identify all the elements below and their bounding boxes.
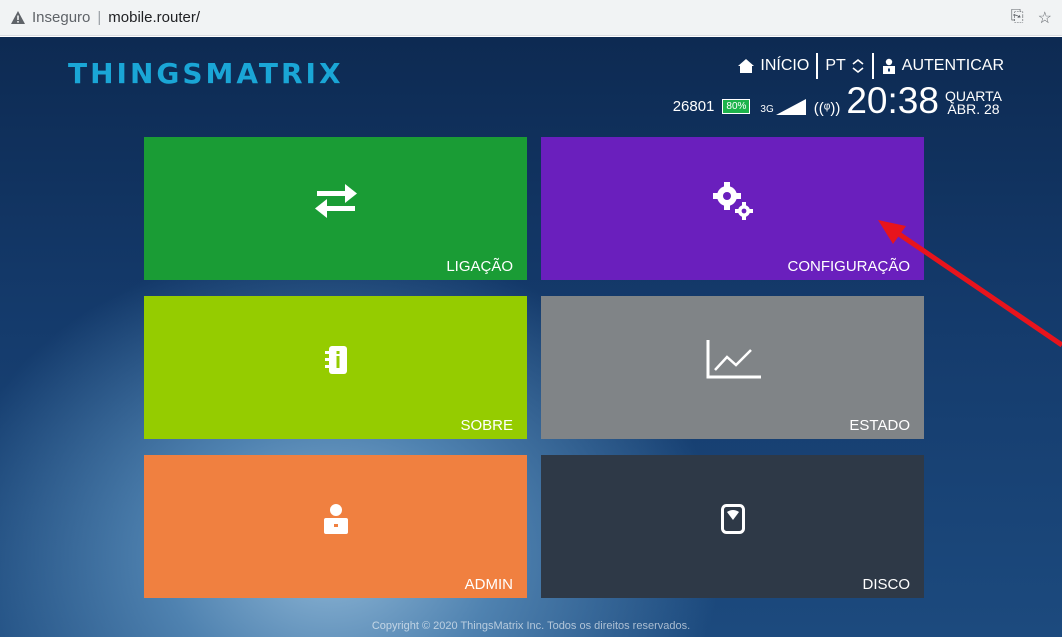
- nav-divider: [871, 53, 874, 79]
- top-navigation: INÍCIO PT AUTENTICAR: [737, 53, 1004, 79]
- security-status[interactable]: Inseguro: [32, 9, 90, 26]
- device-id: 26801: [672, 98, 715, 115]
- date-value: ABR. 28: [947, 101, 1000, 117]
- router-page: THINGSMATRIX INÍCIO PT AUTENTICAR 26801 …: [0, 37, 1062, 637]
- tile-label: ESTADO: [849, 417, 910, 434]
- info-notebook-icon: [324, 346, 347, 375]
- line-chart-icon: [706, 340, 761, 379]
- signal-icon: [775, 99, 806, 115]
- nav-login-label: AUTENTICAR: [901, 57, 1004, 74]
- antenna-icon: ((ᵠ)): [813, 100, 841, 117]
- user-lock-icon: [882, 58, 895, 74]
- tile-label: CONFIGURAÇÃO: [787, 258, 910, 275]
- thingsmatrix-logo: THINGSMATRIX: [68, 57, 344, 90]
- translate-icon[interactable]: ⎘: [1011, 8, 1024, 28]
- language-label: PT: [825, 57, 846, 74]
- nav-home-label: INÍCIO: [760, 57, 810, 74]
- url-separator: |: [97, 9, 102, 26]
- tile-label: LIGAÇÃO: [446, 258, 513, 275]
- home-icon: [738, 59, 755, 73]
- network-type: 3G: [760, 104, 774, 115]
- tile-disco[interactable]: DISCO: [541, 455, 924, 598]
- clock-time: 20:38: [846, 80, 939, 121]
- tile-configuracao[interactable]: CONFIGURAÇÃO: [541, 137, 924, 280]
- copyright-footer: Copyright © 2020 ThingsMatrix Inc. Todos…: [371, 620, 691, 632]
- battery-badge: 80%: [722, 99, 751, 114]
- tile-label: ADMIN: [464, 576, 513, 593]
- gears-icon: [712, 182, 753, 221]
- nav-login[interactable]: AUTENTICAR: [881, 57, 1004, 75]
- status-bar: 26801 80% 3G ((ᵠ)) 20:38 QUARTA ABR. 28: [672, 80, 1002, 121]
- tile-admin[interactable]: ADMIN: [144, 455, 527, 598]
- star-icon[interactable]: ☆: [1038, 8, 1052, 28]
- tile-estado[interactable]: ESTADO: [541, 296, 924, 439]
- network-indicator: 3G: [760, 99, 806, 115]
- nav-home[interactable]: INÍCIO: [737, 57, 809, 75]
- tile-label: DISCO: [862, 576, 910, 593]
- tile-ligacao[interactable]: LIGAÇÃO: [144, 137, 527, 280]
- warning-icon: [11, 10, 25, 24]
- tile-label: SOBRE: [460, 417, 513, 434]
- sd-card-icon: [720, 504, 745, 535]
- exchange-icon: [314, 184, 357, 219]
- url-text[interactable]: mobile.router/: [108, 9, 200, 26]
- tile-sobre[interactable]: SOBRE: [144, 296, 527, 439]
- clock-date: QUARTA ABR. 28: [945, 89, 1002, 117]
- user-admin-icon: [323, 504, 348, 535]
- browser-address-bar: Inseguro | mobile.router/ ⎘ ☆: [0, 0, 1062, 36]
- language-selector[interactable]: PT: [825, 57, 864, 75]
- nav-divider: [816, 53, 819, 79]
- chevron-updown-icon: [852, 58, 864, 74]
